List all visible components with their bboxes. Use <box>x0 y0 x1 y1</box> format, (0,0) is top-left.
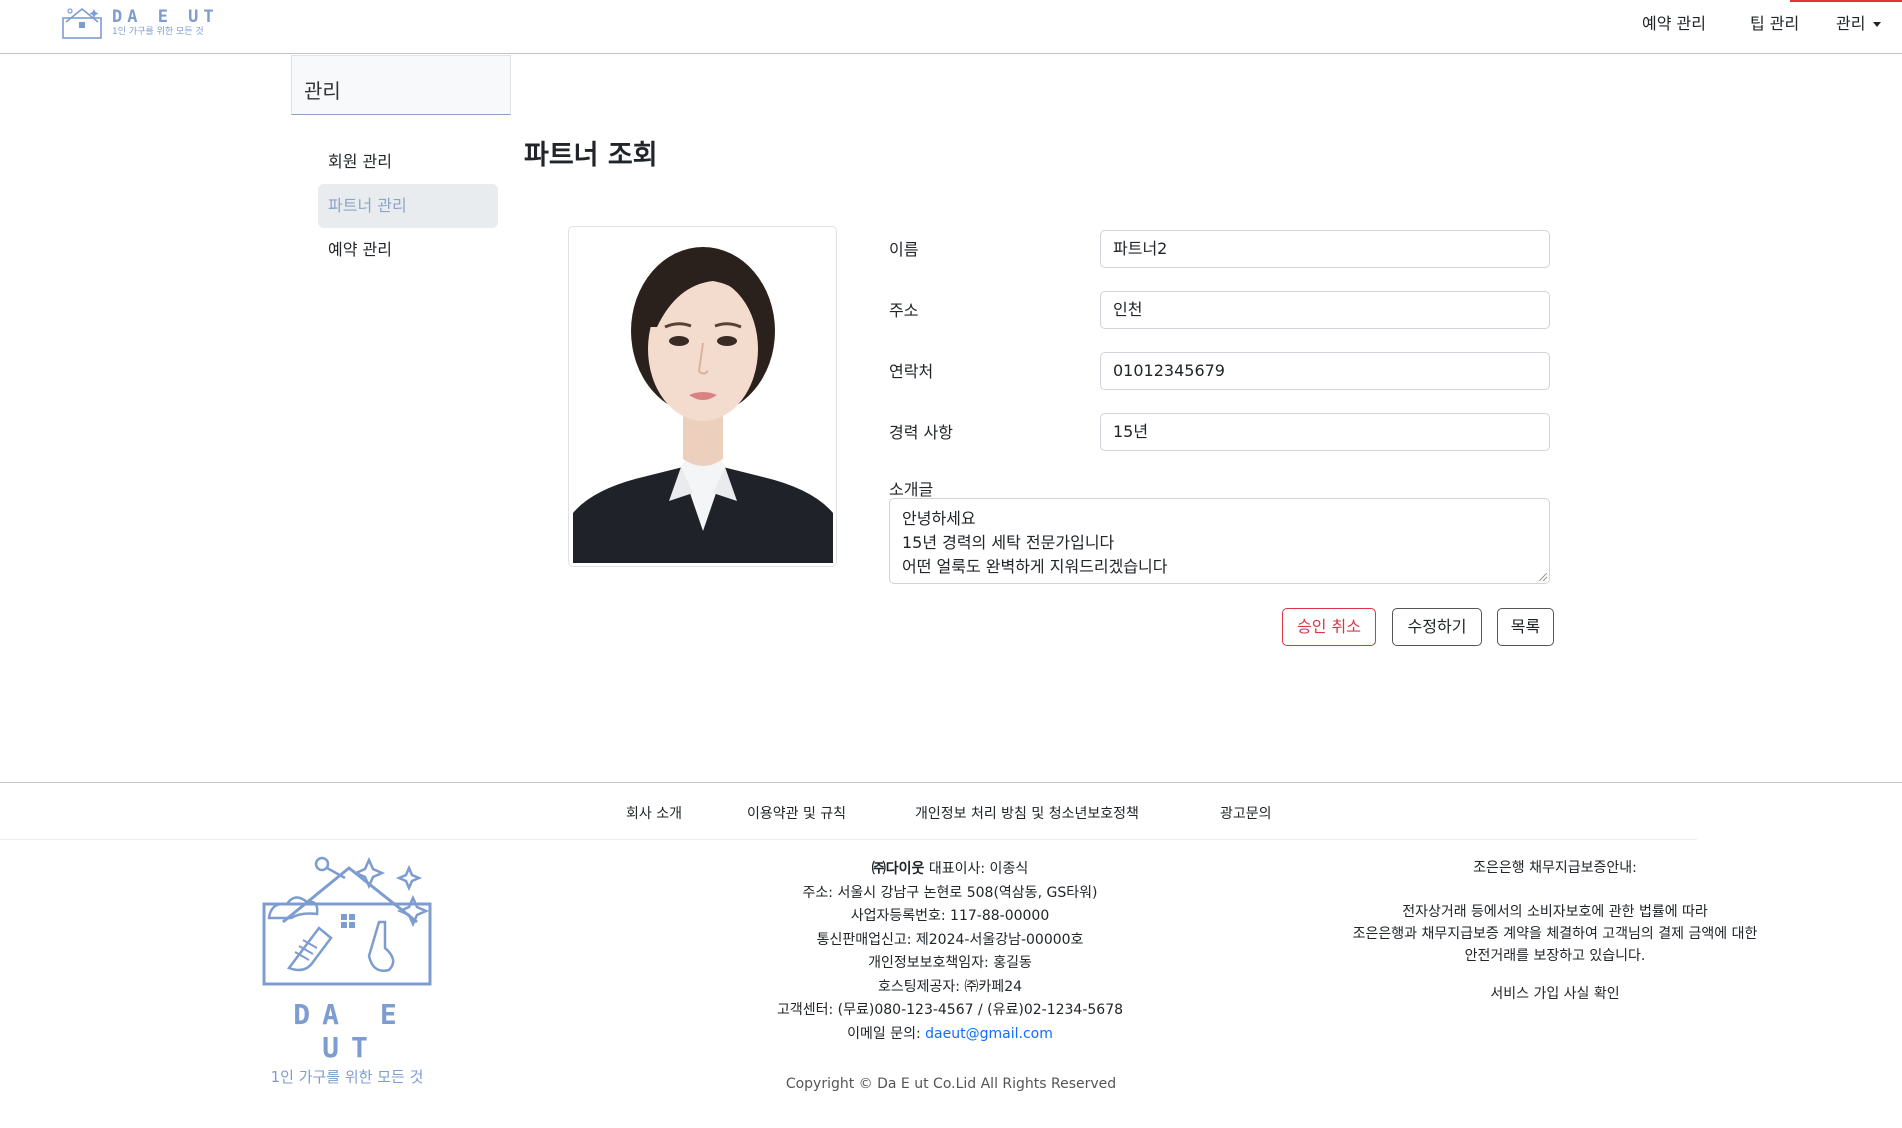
sidebar-header: 관리 <box>291 55 511 115</box>
footer-separator <box>0 839 1697 840</box>
name-label: 이름 <box>889 240 919 259</box>
company-address: 주소: 서울시 강남구 논현로 508(역삼동, GS타워) <box>802 884 1098 901</box>
header-logo[interactable]: DA E UT 1인 가구를 위한 모든 것 <box>60 6 219 40</box>
bank-spacer <box>1320 967 1790 983</box>
bank-confirm-link[interactable]: 서비스 가입 사실 확인 <box>1320 983 1790 1005</box>
footer-divider <box>0 782 1902 783</box>
footer-link-ads[interactable]: 광고문의 <box>1220 803 1272 823</box>
sidebar-title: 관리 <box>304 79 341 103</box>
company-email-line: 이메일 문의: daeut@gmail.com <box>730 1023 1170 1047</box>
house-cleaning-logo-icon <box>262 856 432 986</box>
intro-textarea[interactable]: 안녕하세요 15년 경력의 세탁 전문가입니다 어떤 얼룩도 완벽하게 지워드리… <box>889 498 1550 584</box>
footer-link-terms[interactable]: 이용약관 및 규칙 <box>747 803 846 823</box>
address-label: 주소 <box>889 301 919 320</box>
contact-field[interactable]: 01012345679 <box>1100 352 1550 390</box>
bank-guarantee-info: 조은은행 채무지급보증안내: 전자상거래 등에서의 소비자보호에 관한 법률에 … <box>1320 857 1790 1005</box>
company-email-link[interactable]: daeut@gmail.com <box>925 1026 1053 1042</box>
bank-line-3: 안전거래를 보장하고 있습니다. <box>1464 948 1646 964</box>
company-info: ㈜다이웃 대표이사: 이종식 주소: 서울시 강남구 논현로 508(역삼동, … <box>730 858 1170 1046</box>
company-cs-center: 고객센터: (무료)080-123-4567 / (유료)02-1234-567… <box>776 1002 1124 1018</box>
address-field[interactable]: 인천 <box>1100 291 1550 329</box>
contact-label: 연락처 <box>889 362 934 381</box>
career-field[interactable]: 15년 <box>1100 413 1550 451</box>
bank-line-1: 전자상거래 등에서의 소비자보호에 관한 법률에 따라 <box>1402 904 1708 920</box>
company-ecommerce-no: 통신판매업신고: 제2024-서울강남-00000호 <box>816 931 1084 948</box>
footer-link-privacy[interactable]: 개인정보 처리 방침 및 청소년보호정책 <box>915 803 1139 823</box>
company-privacy-officer: 개인정보보호책임자: 홍길동 <box>868 955 1032 971</box>
sidebar-menu: 회원 관리 파트너 관리 예약 관리 <box>318 140 498 272</box>
company-biz-no: 사업자등록번호: 117-88-00000 <box>850 908 1050 924</box>
header-logo-tagline: 1인 가구를 위한 모든 것 <box>112 27 204 37</box>
active-menu-indicator <box>1790 0 1902 2</box>
partner-portrait-image <box>573 231 833 563</box>
company-name: ㈜다이웃 <box>871 861 925 877</box>
partner-photo <box>568 226 837 567</box>
intro-line: 15년 경력의 세탁 전문가입니다 <box>902 533 1115 552</box>
footer-logo-text: DA E UT <box>293 998 409 1064</box>
edit-button[interactable]: 수정하기 <box>1392 608 1482 646</box>
sidebar-item-partners[interactable]: 파트너 관리 <box>318 184 498 228</box>
intro-label: 소개글 <box>889 480 934 499</box>
cancel-approval-button[interactable]: 승인 취소 <box>1282 608 1376 646</box>
resize-grip-icon[interactable] <box>1539 573 1547 581</box>
footer-link-about[interactable]: 회사 소개 <box>626 803 682 823</box>
house-logo-icon <box>62 7 102 39</box>
list-button[interactable]: 목록 <box>1497 608 1554 646</box>
intro-line: 안녕하세요 <box>902 509 976 528</box>
company-name-line: ㈜다이웃 대표이사: 이종식 <box>730 858 1170 882</box>
page-title: 파트너 조회 <box>524 140 658 171</box>
bank-line-2: 조은은행과 채무지급보증 계약을 체결하여 고객님의 결제 금액에 대한 <box>1352 926 1758 942</box>
sidebar-item-members[interactable]: 회원 관리 <box>318 140 498 184</box>
nav-admin-dropdown[interactable]: 관리 <box>1836 14 1882 34</box>
top-header: DA E UT 1인 가구를 위한 모든 것 예약 관리 팁 관리 관리 <box>0 0 1902 54</box>
company-ceo: 대표이사: 이종식 <box>928 861 1029 877</box>
name-field[interactable]: 파트너2 <box>1100 230 1550 268</box>
sidebar-item-reservations[interactable]: 예약 관리 <box>318 228 498 272</box>
career-label: 경력 사항 <box>889 423 953 442</box>
nav-reservation-management[interactable]: 예약 관리 <box>1642 14 1706 34</box>
company-hosting: 호스팅제공자: ㈜카페24 <box>877 978 1023 995</box>
bank-spacer <box>1320 879 1790 901</box>
intro-line: 어떤 얼룩도 완벽하게 지워드리겠습니다 <box>902 557 1168 576</box>
nav-tip-management[interactable]: 팁 관리 <box>1750 14 1799 34</box>
copyright: Copyright © Da E ut Co.Lid All Rights Re… <box>785 1076 1117 1092</box>
header-logo-text: DA E UT <box>112 7 219 27</box>
bank-title: 조은은행 채무지급보증안내: <box>1473 860 1637 876</box>
footer-logo: DA E UT 1인 가구를 위한 모든 것 <box>261 856 433 1087</box>
company-email-label: 이메일 문의: <box>847 1025 921 1042</box>
nav-admin-label: 관리 <box>1836 14 1866 33</box>
caret-down-icon <box>1873 22 1882 27</box>
